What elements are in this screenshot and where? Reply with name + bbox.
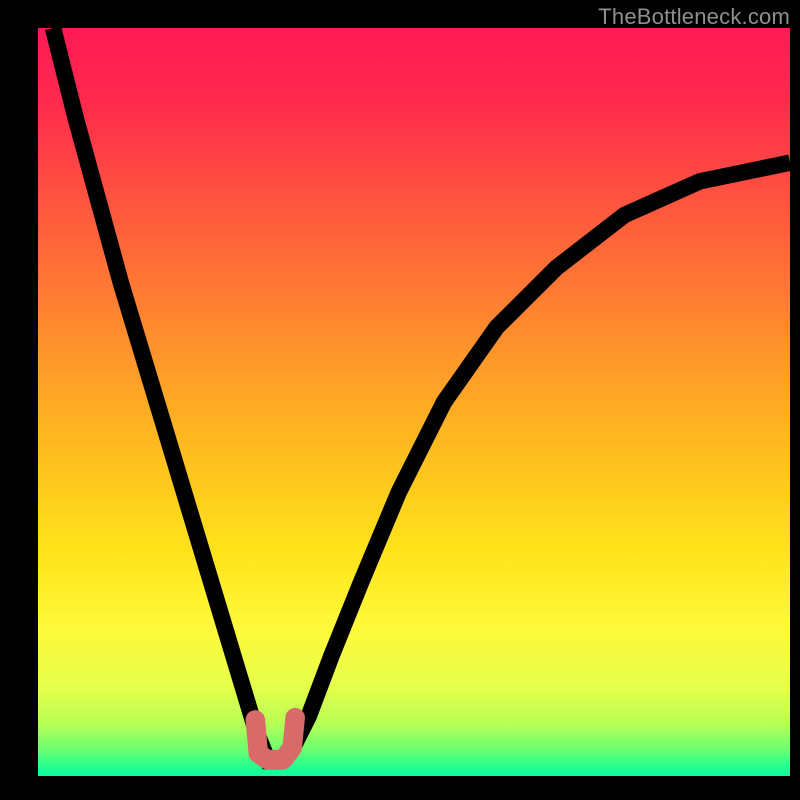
plot-area	[38, 28, 790, 776]
watermark-text: TheBottleneck.com	[598, 4, 790, 30]
bottleneck-curve	[53, 28, 790, 761]
optimal-range-marker	[255, 718, 295, 760]
chart-canvas	[38, 28, 790, 776]
chart-frame: TheBottleneck.com	[0, 0, 800, 800]
